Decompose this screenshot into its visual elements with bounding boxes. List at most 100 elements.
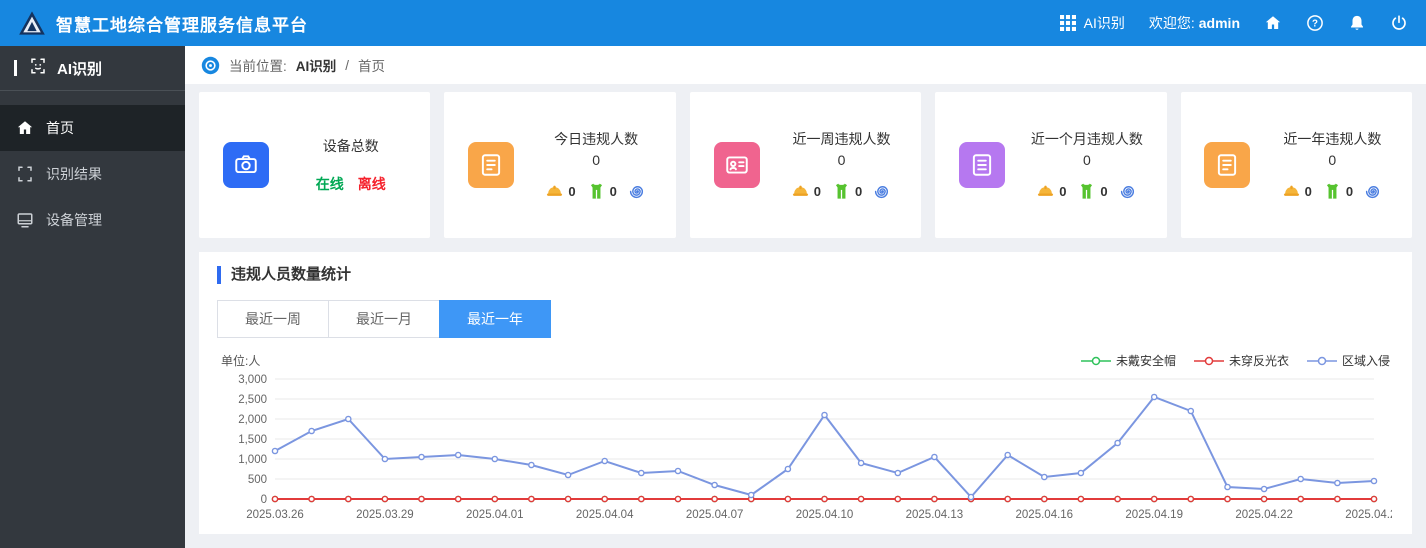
legend-marker-icon [1306, 356, 1337, 365]
chart-legend: 未戴安全帽 未穿反光衣 区域入侵 [1080, 352, 1390, 369]
svg-text:2025.03.29: 2025.03.29 [356, 509, 414, 521]
unit-label: 单位:人 [221, 354, 261, 368]
stat-card-device-total: 设备总数 在线 离线 [199, 92, 431, 238]
card-value: 0 [1328, 152, 1337, 168]
scan-icon [16, 165, 34, 183]
tab-range-0[interactable]: 最近一周 [217, 300, 329, 338]
stat-card-week-violations: 近一周违规人数 0 0 0 [689, 92, 922, 238]
vest-icon [587, 182, 606, 201]
svg-text:3,000: 3,000 [238, 374, 267, 386]
module-switcher[interactable]: AI识别 [1059, 13, 1125, 33]
power-icon[interactable] [1390, 14, 1408, 32]
svg-text:2025.04.01: 2025.04.01 [466, 509, 524, 521]
card-title: 近一年违规人数 [1283, 131, 1382, 147]
vest-icon [1077, 182, 1096, 201]
legend-item[interactable]: 未穿反光衣 [1193, 352, 1289, 369]
sidebar-item-label: 识别结果 [46, 166, 102, 182]
helmet-count: 0 [1304, 184, 1312, 199]
svg-text:2025.04.07: 2025.04.07 [686, 509, 744, 521]
helmet-icon [791, 182, 810, 201]
vest-icon [832, 182, 851, 201]
welcome-text: 欢迎您: admin [1149, 13, 1240, 33]
svg-text:2025.04.22: 2025.04.22 [1235, 509, 1293, 521]
welcome-prefix: 欢迎您: [1148, 15, 1195, 31]
offline-label: 离线 [357, 176, 386, 192]
svg-text:2025.04.13: 2025.04.13 [906, 509, 964, 521]
svg-text:2025.04.10: 2025.04.10 [796, 509, 854, 521]
sidebar: AI识别 首页识别结果设备管理 [0, 46, 185, 548]
sidebar-item-recognition-results[interactable]: 识别结果 [0, 151, 185, 197]
svg-text:2025.04.04: 2025.04.04 [576, 509, 634, 521]
logo-icon [18, 9, 46, 37]
svg-text:2,500: 2,500 [238, 394, 267, 406]
grid-icon [1059, 15, 1076, 31]
device-icon [16, 211, 34, 229]
svg-text:2,000: 2,000 [238, 414, 267, 426]
spiral-icon [1364, 182, 1383, 201]
vest-icon [1323, 182, 1342, 201]
breadcrumb-separator: / [345, 57, 350, 73]
helmet-count: 0 [568, 184, 576, 199]
card-value: 0 [837, 152, 846, 168]
card-title: 今日违规人数 [554, 131, 639, 147]
app-header: 智慧工地综合管理服务信息平台 AI识别 欢迎您: admin ? [0, 0, 1426, 46]
menu-indicator [14, 60, 17, 76]
sidebar-title: AI识别 [57, 60, 103, 78]
bell-icon[interactable] [1348, 14, 1366, 32]
helmet-count: 0 [1059, 184, 1067, 199]
ai-face-icon [29, 57, 47, 79]
tab-range-1[interactable]: 最近一月 [328, 300, 440, 338]
legend-marker-icon [1080, 356, 1111, 365]
module-label: AI识别 [1083, 15, 1125, 31]
breadcrumb-current[interactable]: 首页 [358, 55, 385, 75]
helmet-count: 0 [813, 184, 822, 199]
doc-edit-icon [1204, 142, 1251, 188]
svg-text:500: 500 [248, 474, 267, 486]
tab-range-2[interactable]: 最近一年 [439, 300, 551, 338]
legend-label: 未戴安全帽 [1115, 354, 1176, 368]
online-label: 在线 [315, 176, 344, 192]
doc-edit-icon [468, 142, 515, 188]
card-title: 近一个月违规人数 [1030, 131, 1143, 147]
main-content: 当前位置: AI识别 / 首页 设备总数 在线 离线 今日违规人数 0 0 0 … [185, 46, 1426, 548]
svg-text:2025.03.26: 2025.03.26 [246, 509, 304, 521]
id-card-icon [713, 142, 760, 188]
spiral-icon [628, 182, 647, 201]
breadcrumb: 当前位置: AI识别 / 首页 [185, 46, 1426, 84]
helmet-icon [1036, 182, 1055, 201]
card-title: 近一周违规人数 [792, 131, 891, 147]
svg-text:2025.04.19: 2025.04.19 [1125, 509, 1183, 521]
chart-card: 违规人员数量统计 最近一周 最近一月 最近一年 单位:人 未戴安全帽 未穿反光衣 区域入… [199, 252, 1412, 534]
app-root: 智慧工地综合管理服务信息平台 AI识别 欢迎您: admin ? AI识别 首页识… [0, 0, 1426, 548]
doc-lines-icon [958, 142, 1005, 188]
location-icon [201, 56, 220, 75]
spiral-icon [873, 182, 892, 201]
card-value: 0 [1083, 152, 1091, 168]
username: admin [1198, 15, 1240, 31]
helmet-icon [1282, 182, 1301, 201]
vest-count: 0 [609, 184, 617, 199]
home-icon[interactable] [1264, 14, 1282, 32]
stat-card-today-violations: 今日违规人数 0 0 0 [444, 92, 676, 238]
breadcrumb-prefix: 当前位置: [229, 59, 287, 74]
sidebar-item-home[interactable]: 首页 [0, 105, 185, 151]
helmet-icon [545, 182, 564, 201]
svg-text:0: 0 [261, 494, 267, 506]
sidebar-item-device-management[interactable]: 设备管理 [0, 197, 185, 243]
chart-range-tabs: 最近一周 最近一月 最近一年 [217, 300, 1394, 338]
sidebar-menu: 首页识别结果设备管理 [0, 91, 185, 243]
card-value: 0 [592, 152, 600, 168]
legend-item[interactable]: 区域入侵 [1306, 352, 1390, 369]
sidebar-item-label: 设备管理 [46, 212, 102, 228]
help-icon[interactable]: ? [1306, 14, 1324, 32]
legend-marker-icon [1193, 356, 1224, 365]
svg-text:?: ? [1312, 18, 1318, 29]
spiral-icon [1119, 182, 1138, 201]
sidebar-item-label: 首页 [46, 120, 74, 136]
breadcrumb-section[interactable]: AI识别 [296, 55, 337, 75]
svg-text:2025.04.16: 2025.04.16 [1016, 509, 1074, 521]
stat-card-month-violations: 近一个月违规人数 0 0 0 [935, 92, 1167, 238]
stat-cards: 设备总数 在线 离线 今日违规人数 0 0 0 近一周违规人数 0 0 0 近一… [185, 92, 1426, 238]
sidebar-header[interactable]: AI识别 [0, 46, 185, 91]
legend-item[interactable]: 未戴安全帽 [1080, 352, 1176, 369]
